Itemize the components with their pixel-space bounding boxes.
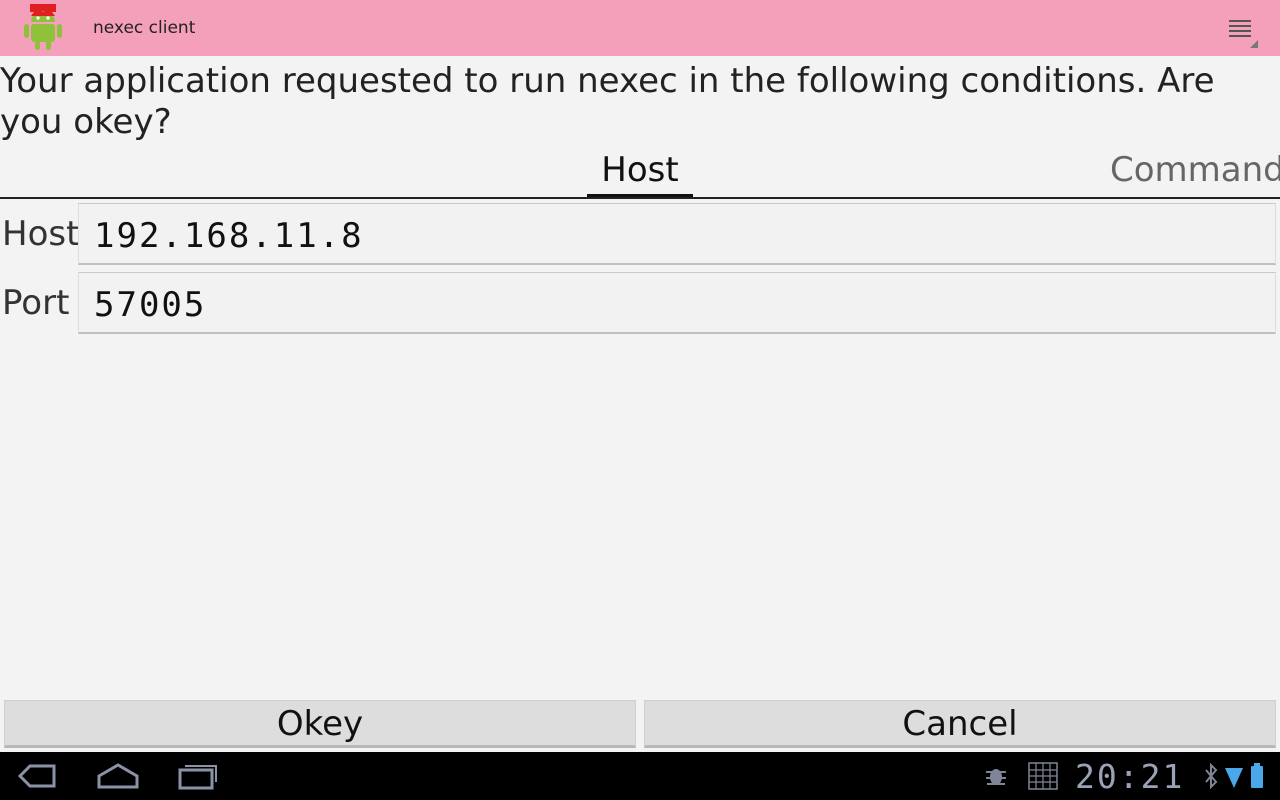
app-title: nexec client [93, 18, 196, 38]
grid-notification-icon [1028, 762, 1058, 790]
system-bar: 20:21 [0, 752, 1280, 800]
port-label: Port [2, 283, 70, 323]
status-clock: 20:21 [1075, 757, 1185, 796]
back-icon[interactable] [16, 762, 58, 790]
action-bar: nexec client [0, 0, 1280, 56]
home-icon[interactable] [96, 762, 140, 790]
debug-bug-icon [986, 769, 1006, 785]
tab-bar: Host Command [0, 148, 1280, 200]
android-robot-icon[interactable] [22, 4, 70, 52]
host-field[interactable]: 192.168.11.8 [78, 203, 1276, 265]
bluetooth-icon [1205, 762, 1218, 790]
confirmation-prompt: Your application requested to run nexec … [0, 61, 1215, 142]
wifi-signal-icon [1225, 768, 1243, 788]
overflow-menu-icon[interactable] [1222, 12, 1262, 48]
cancel-button[interactable]: Cancel [644, 700, 1276, 748]
port-field[interactable]: 57005 [78, 272, 1276, 334]
okey-button[interactable]: Okey [4, 700, 636, 748]
tab-host-label: Host [601, 150, 679, 190]
recent-apps-icon[interactable] [176, 762, 220, 790]
host-value: 192.168.11.8 [94, 216, 364, 256]
port-value: 57005 [94, 285, 207, 325]
tab-divider [0, 197, 1280, 199]
tab-host[interactable]: Host [587, 148, 693, 198]
tab-command-label: Command [1110, 150, 1280, 190]
host-label: Host [2, 214, 80, 254]
battery-icon [1251, 763, 1263, 788]
tab-command[interactable]: Command [1110, 148, 1280, 198]
